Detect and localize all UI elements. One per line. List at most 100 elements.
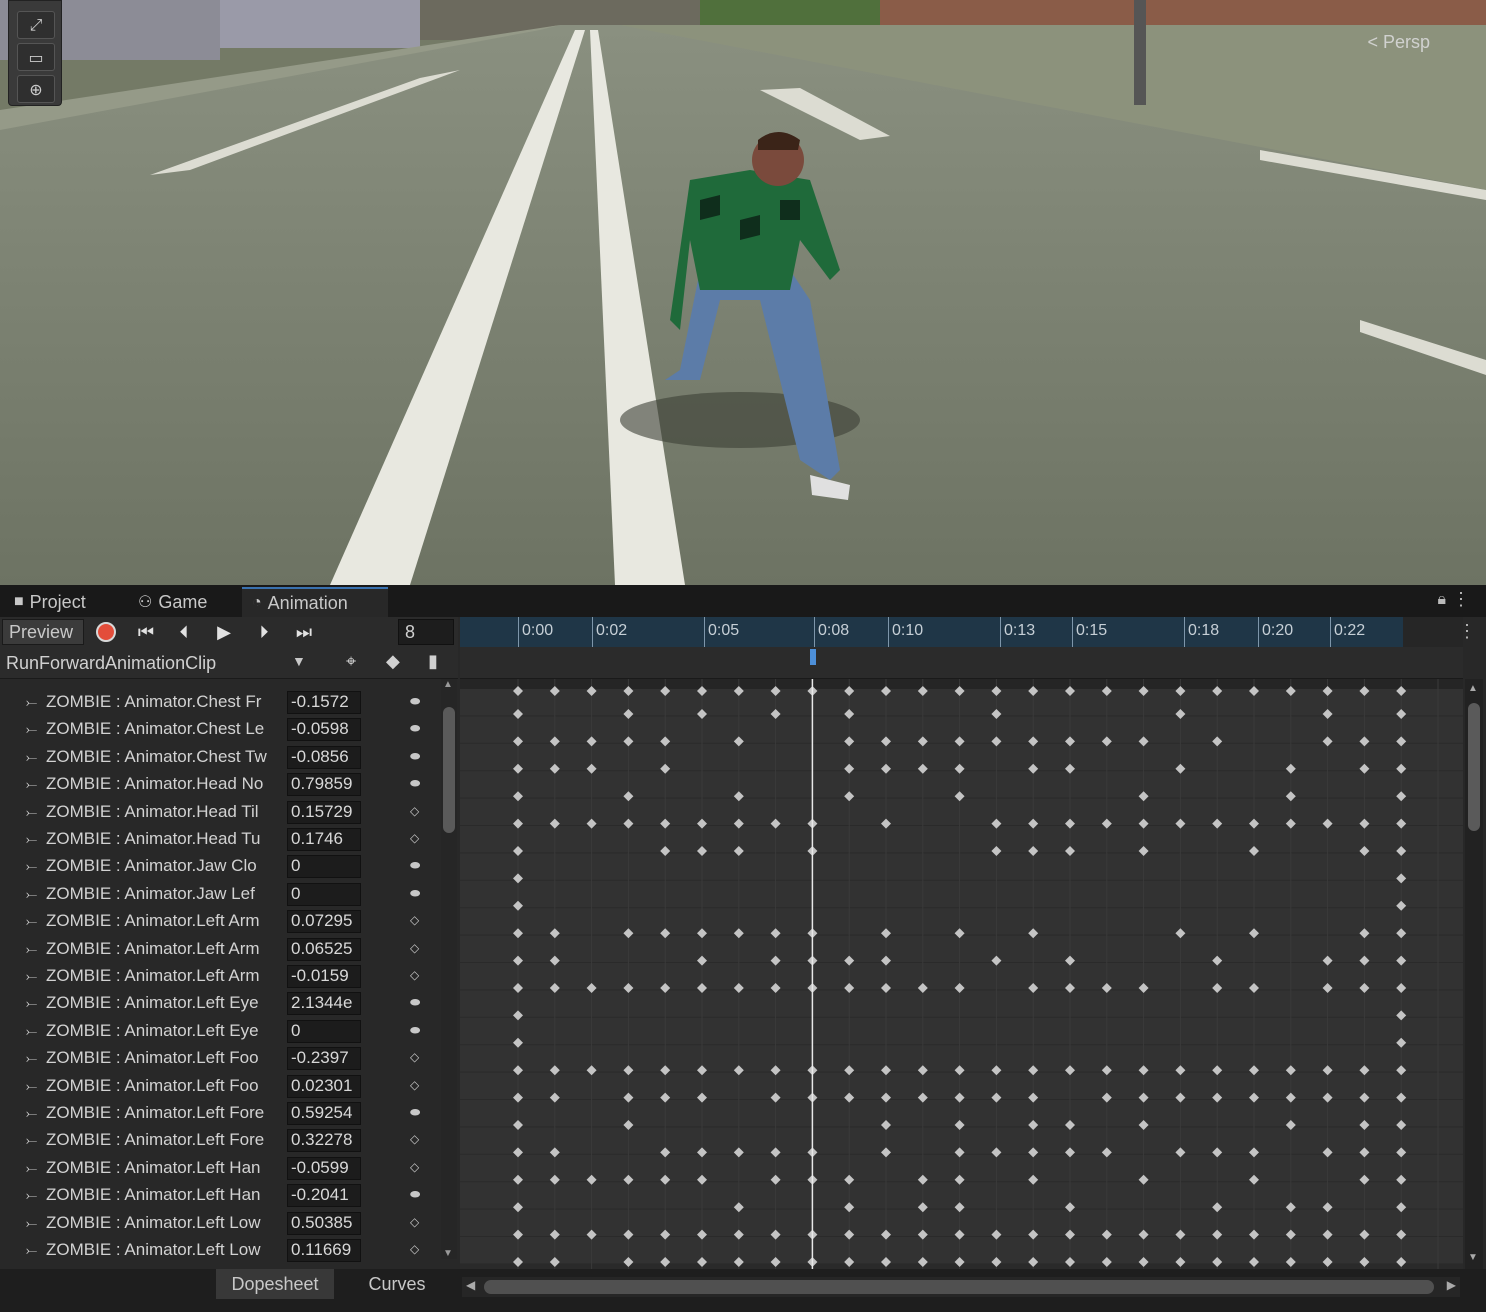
play-icon[interactable]: ▶ bbox=[210, 620, 238, 644]
property-row[interactable]: ⤚ ZOMBIE : Animator.Chest Le -0.0598 ⬬ bbox=[0, 716, 440, 743]
clip-selector[interactable]: RunForwardAnimationClip bbox=[6, 653, 216, 674]
key-dash-icon[interactable]: ⬬ bbox=[410, 1187, 420, 1202]
scrollbar-thumb[interactable] bbox=[1468, 703, 1480, 831]
property-row[interactable]: ⤚ ZOMBIE : Animator.Chest Tw -0.0856 ⬬ bbox=[0, 744, 440, 771]
property-value-field[interactable]: 0 bbox=[287, 882, 361, 906]
property-row[interactable]: ⤚ ZOMBIE : Animator.Jaw Clo 0 ⬬ bbox=[0, 853, 440, 880]
scroll-up-icon[interactable]: ▲ bbox=[443, 679, 453, 690]
property-row[interactable]: ⤚ ZOMBIE : Animator.Head Til 0.15729 ◇ bbox=[0, 799, 440, 826]
scale-tool-icon[interactable]: ⤢ bbox=[17, 11, 55, 39]
tab-dopesheet[interactable]: Dopesheet bbox=[216, 1269, 334, 1299]
add-event-icon[interactable]: ▮ bbox=[428, 651, 438, 672]
playhead-marker[interactable] bbox=[810, 649, 816, 665]
persp-label[interactable]: < Persp bbox=[1367, 32, 1430, 53]
scroll-down-icon[interactable]: ▼ bbox=[1468, 1252, 1478, 1263]
property-row[interactable]: ⤚ ZOMBIE : Animator.Head Tu 0.1746 ◇ bbox=[0, 826, 440, 853]
property-value-field[interactable]: 0.1746 bbox=[287, 828, 361, 851]
rect-tool-icon[interactable]: ▭ bbox=[17, 43, 55, 71]
scroll-up-icon[interactable]: ▲ bbox=[1468, 683, 1478, 694]
property-value-field[interactable]: 0.02301 bbox=[287, 1074, 361, 1098]
key-diamond-icon[interactable]: ◇ bbox=[410, 968, 419, 982]
prev-keyframe-icon[interactable]: ⏴ bbox=[170, 620, 198, 644]
add-keyframe-icon[interactable]: ◆ bbox=[386, 651, 400, 672]
property-value-field[interactable]: -0.0159 bbox=[287, 965, 361, 988]
key-dash-icon[interactable]: ⬬ bbox=[410, 694, 420, 709]
property-value-field[interactable]: 0.50385 bbox=[287, 1211, 361, 1235]
key-diamond-icon[interactable]: ◇ bbox=[410, 1050, 419, 1064]
property-row[interactable]: ⤚ ZOMBIE : Animator.Left Eye 2.1344e ⬬ bbox=[0, 990, 440, 1017]
key-dash-icon[interactable]: ⬬ bbox=[410, 886, 420, 901]
property-value-field[interactable]: 0 bbox=[287, 1019, 361, 1043]
key-diamond-icon[interactable]: ◇ bbox=[410, 941, 419, 955]
key-diamond-icon[interactable]: ◇ bbox=[410, 1215, 419, 1229]
property-value-field[interactable]: 0.79859 bbox=[287, 773, 361, 797]
property-row[interactable]: ⤚ ZOMBIE : Animator.Left Low 0.11669 ◇ bbox=[0, 1237, 440, 1264]
property-row[interactable]: ⤚ ZOMBIE : Animator.Left Foo -0.2397 ◇ bbox=[0, 1045, 440, 1072]
record-button[interactable] bbox=[96, 622, 116, 642]
scene-view[interactable]: ⤢ ▭ ⊕ < Persp bbox=[0, 0, 1486, 585]
lock-icon[interactable]: 🔒︎ bbox=[1437, 591, 1446, 609]
key-dash-icon[interactable]: ⬬ bbox=[410, 1105, 420, 1120]
key-diamond-icon[interactable]: ◇ bbox=[410, 1132, 419, 1146]
property-value-field[interactable]: -0.1572 bbox=[287, 691, 361, 714]
property-row[interactable]: ⤚ ZOMBIE : Animator.Left Arm -0.0159 ◇ bbox=[0, 963, 440, 990]
ruler-menu-icon[interactable]: ⋮ bbox=[1458, 621, 1476, 642]
tab-project[interactable]: ■ Project bbox=[4, 587, 124, 617]
property-row[interactable]: ⤚ ZOMBIE : Animator.Left Eye 0 ⬬ bbox=[0, 1018, 440, 1045]
tab-game[interactable]: ⚇ Game bbox=[128, 587, 238, 617]
property-value-field[interactable]: 0.32278 bbox=[287, 1129, 361, 1153]
next-keyframe-icon[interactable]: ⏵ bbox=[250, 620, 278, 644]
event-row[interactable] bbox=[460, 647, 1463, 679]
property-value-field[interactable]: 0 bbox=[287, 855, 361, 879]
scroll-right-icon[interactable]: ▶ bbox=[1447, 1278, 1456, 1292]
first-keyframe-icon[interactable]: ⏮ bbox=[132, 620, 160, 644]
property-row[interactable]: ⤚ ZOMBIE : Animator.Left Low 0.50385 ◇ bbox=[0, 1210, 440, 1237]
tab-animation[interactable]: ◔ Animation bbox=[242, 587, 388, 617]
property-row[interactable]: ⤚ ZOMBIE : Animator.Left Fore 0.59254 ⬬ bbox=[0, 1100, 440, 1127]
timeline-ruler[interactable]: 0:00 0:02 0:05 0:08 0:10 0:13 0:15 0:18 0:20 0:22… bbox=[460, 617, 1463, 647]
property-value-field[interactable]: 2.1344e bbox=[287, 992, 361, 1016]
property-row[interactable]: ⤚ ZOMBIE : Animator.Head No 0.79859 ⬬ bbox=[0, 771, 440, 798]
property-row[interactable]: ⤚ ZOMBIE : Animator.Left Arm 0.07295 ◇ bbox=[0, 908, 440, 935]
preview-button[interactable]: Preview bbox=[2, 619, 84, 645]
key-dash-icon[interactable]: ⬬ bbox=[410, 749, 420, 764]
scroll-down-icon[interactable]: ▼ bbox=[443, 1248, 453, 1259]
property-row[interactable]: ⤚ ZOMBIE : Animator.Left Fore 0.32278 ◇ bbox=[0, 1127, 440, 1154]
scrollbar-thumb[interactable] bbox=[443, 707, 455, 833]
property-value-field[interactable]: 0.06525 bbox=[287, 937, 361, 961]
frame-input[interactable]: 8 bbox=[398, 619, 454, 645]
tab-curves[interactable]: Curves bbox=[338, 1269, 456, 1299]
property-row[interactable]: ⤚ ZOMBIE : Animator.Chest Fr -0.1572 ⬬ bbox=[0, 689, 440, 716]
property-row[interactable]: ⤚ ZOMBIE : Animator.Left Han -0.2041 ⬬ bbox=[0, 1182, 440, 1209]
property-value-field[interactable]: 0.15729 bbox=[287, 800, 361, 824]
property-value-field[interactable]: -0.0598 bbox=[287, 718, 361, 742]
scrollbar-thumb[interactable] bbox=[484, 1280, 1434, 1294]
property-value-field[interactable]: -0.2041 bbox=[287, 1184, 361, 1208]
crosshair-icon[interactable]: ⌖ bbox=[346, 651, 356, 672]
key-dash-icon[interactable]: ⬬ bbox=[410, 721, 420, 736]
property-scrollbar[interactable]: ▲ ▼ bbox=[441, 679, 457, 1259]
key-diamond-icon[interactable]: ◇ bbox=[410, 913, 419, 927]
property-row[interactable]: ⤚ ZOMBIE : Animator.Jaw Lef 0 ⬬ bbox=[0, 881, 440, 908]
key-diamond-icon[interactable]: ◇ bbox=[410, 831, 419, 845]
horizontal-scrollbar[interactable]: ◀ ▶ bbox=[462, 1277, 1460, 1297]
key-dash-icon[interactable]: ⬬ bbox=[410, 776, 420, 791]
dopesheet-scrollbar[interactable]: ▲ ▼ bbox=[1465, 679, 1483, 1269]
property-value-field[interactable]: -0.2397 bbox=[287, 1047, 361, 1071]
property-value-field[interactable]: 0.11669 bbox=[287, 1239, 361, 1262]
key-dash-icon[interactable]: ⬬ bbox=[410, 858, 420, 873]
dopesheet-view[interactable] bbox=[460, 679, 1463, 1269]
property-row[interactable]: ⤚ ZOMBIE : Animator.Left Han -0.0599 ◇ bbox=[0, 1155, 440, 1182]
key-diamond-icon[interactable]: ◇ bbox=[410, 1160, 419, 1174]
property-value-field[interactable]: 0.59254 bbox=[287, 1102, 361, 1125]
property-value-field[interactable]: -0.0599 bbox=[287, 1156, 361, 1180]
key-dash-icon[interactable]: ⬬ bbox=[410, 995, 420, 1010]
property-row[interactable]: ⤚ ZOMBIE : Animator.Left Arm 0.06525 ◇ bbox=[0, 936, 440, 963]
key-dash-icon[interactable]: ⬬ bbox=[410, 1023, 420, 1038]
key-diamond-icon[interactable]: ◇ bbox=[410, 1242, 419, 1256]
last-keyframe-icon[interactable]: ⏭ bbox=[290, 620, 318, 644]
transform-tool-icon[interactable]: ⊕ bbox=[17, 75, 55, 103]
property-value-field[interactable]: -0.0856 bbox=[287, 745, 361, 769]
key-diamond-icon[interactable]: ◇ bbox=[410, 1078, 419, 1092]
chevron-down-icon[interactable]: ▼ bbox=[292, 653, 306, 669]
